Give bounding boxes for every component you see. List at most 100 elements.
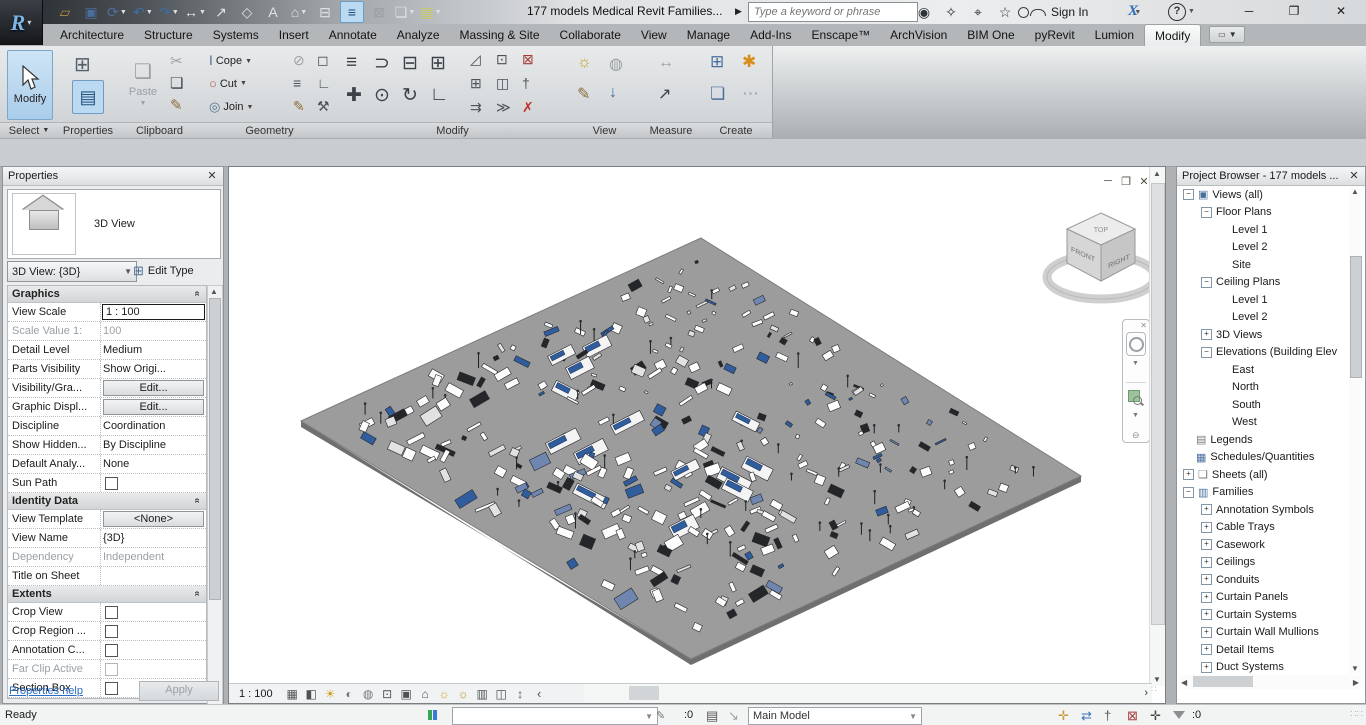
tab-structure[interactable]: Structure — [134, 24, 203, 46]
tree-item-level-2[interactable]: Level 2 — [1179, 239, 1349, 257]
view-restore-icon[interactable]: ❐ — [1117, 175, 1135, 188]
tree-item-conduits[interactable]: + Conduits — [1179, 571, 1349, 589]
tree-item-ceilings[interactable]: + Ceilings — [1179, 554, 1349, 572]
communication-center-icon[interactable]: ⌖ — [966, 2, 990, 22]
ribbon-display-toggle[interactable]: ▭ ▼ — [1209, 26, 1246, 43]
property-value[interactable]: Independent — [101, 548, 206, 566]
offset-icon[interactable]: ⊃ — [374, 52, 390, 75]
collapse-viewbar-icon[interactable]: ‹ — [530, 685, 549, 702]
apply-button[interactable]: Apply — [139, 681, 219, 701]
tab-archvision[interactable]: ArchVision — [880, 24, 957, 46]
expand-icon[interactable]: + — [1201, 504, 1212, 516]
window-resize-grip[interactable]: ∷∷ — [1350, 709, 1363, 720]
tree-item-ceiling-plans[interactable]: − Ceiling Plans — [1179, 274, 1349, 292]
tree-item-level-2[interactable]: Level 2 — [1179, 309, 1349, 327]
temporary-view-properties-icon[interactable]: ▥ — [473, 685, 492, 702]
section-icon[interactable]: ⊟ — [314, 2, 336, 22]
panel-properties-label[interactable]: Properties — [58, 122, 118, 138]
worksharing-display-icon[interactable]: ◫ — [492, 685, 511, 702]
scroll-thumb[interactable] — [1350, 256, 1362, 378]
panel-geometry-label[interactable]: Geometry — [201, 122, 338, 138]
tree-item-families[interactable]: − ▥ Families — [1179, 484, 1349, 502]
scroll-up-icon[interactable]: ▲ — [1349, 187, 1361, 196]
text-icon[interactable]: A — [262, 2, 284, 22]
tree-item-schedules-quantities[interactable]: ▦ Schedules/Quantities — [1179, 449, 1349, 467]
thin-lines-icon[interactable]: ≡ — [340, 1, 364, 23]
expand-icon[interactable]: + — [1201, 556, 1212, 568]
split-with-gap-icon[interactable]: ⊞ — [430, 52, 446, 75]
crop-region-icon[interactable]: ▣ — [397, 685, 416, 702]
beam-joins-icon[interactable]: ≡ — [293, 75, 301, 91]
create-group-icon[interactable]: ⊞ — [710, 52, 724, 72]
delete-icon[interactable]: ✗ — [522, 99, 534, 116]
edit-type-button[interactable]: ⊞ Edit Type — [133, 261, 194, 280]
copy-to-clipboard-icon[interactable]: ❏ — [170, 74, 183, 92]
favorites-star-icon[interactable]: ☆ — [993, 2, 1017, 22]
tree-item-level-1[interactable]: Level 1 — [1179, 291, 1349, 309]
tree-item-south[interactable]: South — [1179, 396, 1349, 414]
design-options-select[interactable]: Main Model ▼ — [748, 707, 922, 725]
collapse-icon[interactable]: − — [1183, 189, 1194, 201]
worksharing-toggle-icon[interactable]: ⇄ — [1081, 708, 1092, 724]
reveal-hidden-elements-icon[interactable]: ☼ — [454, 685, 473, 702]
checkbox[interactable] — [105, 643, 118, 657]
detail-level-icon[interactable]: ▦ — [283, 685, 302, 702]
panel-select-label[interactable]: Select ▼ — [0, 122, 58, 138]
visual-style-icon[interactable]: ◧ — [302, 685, 321, 702]
tree-item-views-all-[interactable]: − ▣ Views (all) — [1179, 186, 1349, 204]
copy-icon[interactable]: ⊙ — [374, 84, 390, 107]
scroll-up-icon[interactable]: ▲ — [208, 287, 220, 296]
tab-add-ins[interactable]: Add-Ins — [740, 24, 801, 46]
expand-icon[interactable]: + — [1201, 329, 1212, 341]
help-caret-icon[interactable]: ▼ — [1188, 8, 1195, 15]
shadows-icon[interactable]: ◐ — [340, 685, 359, 702]
section-header-identity-data[interactable]: Identity Data « — [8, 493, 206, 510]
panel-measure-label[interactable]: Measure — [642, 122, 700, 138]
scroll-right-icon[interactable]: › — [1144, 687, 1148, 699]
close-button[interactable]: ✕ — [1324, 0, 1358, 22]
save-icon[interactable]: ▣ — [80, 2, 102, 22]
undo-icon[interactable]: ↶ ▼ — [132, 2, 154, 22]
checkbox[interactable] — [105, 681, 118, 695]
move-icon[interactable]: ✚ — [346, 84, 362, 107]
default-3d-view-icon[interactable]: ⌂ ▼ — [288, 2, 310, 22]
unpin-icon[interactable]: ⊠ — [522, 51, 534, 68]
property-value[interactable]: None — [101, 455, 206, 473]
demolish-hammer-icon[interactable]: ⚒ — [317, 98, 330, 115]
trim-extend-corner-icon[interactable]: ∟ — [430, 84, 449, 106]
tree-item-level-1[interactable]: Level 1 — [1179, 221, 1349, 239]
property-edit-button[interactable]: <None> — [103, 511, 204, 527]
tree-item-annotation-symbols[interactable]: + Annotation Symbols — [1179, 501, 1349, 519]
scroll-thumb[interactable] — [1193, 676, 1253, 687]
horizontal-scrollbar[interactable]: › — [584, 683, 1152, 703]
render-dialog-icon[interactable]: ◍ — [359, 685, 378, 702]
tag-by-category-icon[interactable]: ◇ — [236, 2, 258, 22]
paste-button[interactable]: ❏ Paste ▼ — [124, 52, 162, 114]
expand-icon[interactable]: + — [1201, 521, 1212, 533]
panel-modify-label[interactable]: Modify — [338, 122, 567, 138]
cut-geometry-button[interactable]: ○ Cut ▼ — [209, 76, 247, 91]
tab-annotate[interactable]: Annotate — [319, 24, 387, 46]
tree-item-north[interactable]: North — [1179, 379, 1349, 397]
tree-item-3d-views[interactable]: +3D Views — [1179, 326, 1349, 344]
zoom-caret-icon[interactable]: ▼ — [1132, 412, 1139, 419]
modify-tool-button[interactable]: Modify — [7, 50, 53, 120]
scroll-thumb[interactable] — [1151, 183, 1165, 625]
view-cube[interactable]: TOP FRONT RIGHT — [1039, 195, 1165, 315]
trim-extend-single-icon[interactable]: ⇉ — [470, 99, 482, 116]
collapse-icon[interactable]: − — [1201, 276, 1212, 288]
array-icon[interactable]: ⊞ — [470, 75, 482, 92]
apply-coping-icon[interactable]: ◻ — [317, 52, 329, 69]
tab-insert[interactable]: Insert — [269, 24, 319, 46]
scroll-down-icon[interactable]: ▼ — [1349, 664, 1361, 673]
tree-item-casework[interactable]: + Casework — [1179, 536, 1349, 554]
navigation-bar[interactable]: ✕ ▼ ▼ ⊖ — [1122, 319, 1150, 443]
design-options-toggle-icon[interactable]: ↘ — [728, 708, 739, 724]
expand-icon[interactable]: + — [1201, 661, 1212, 673]
load-family-icon[interactable]: ❏ — [710, 84, 725, 104]
tab-view[interactable]: View — [631, 24, 677, 46]
tab-massing-site[interactable]: Massing & Site — [450, 24, 550, 46]
property-value[interactable] — [101, 567, 206, 585]
collapse-icon[interactable]: − — [1201, 206, 1212, 218]
properties-scrollbar[interactable]: ▲ ▼ — [207, 285, 223, 725]
